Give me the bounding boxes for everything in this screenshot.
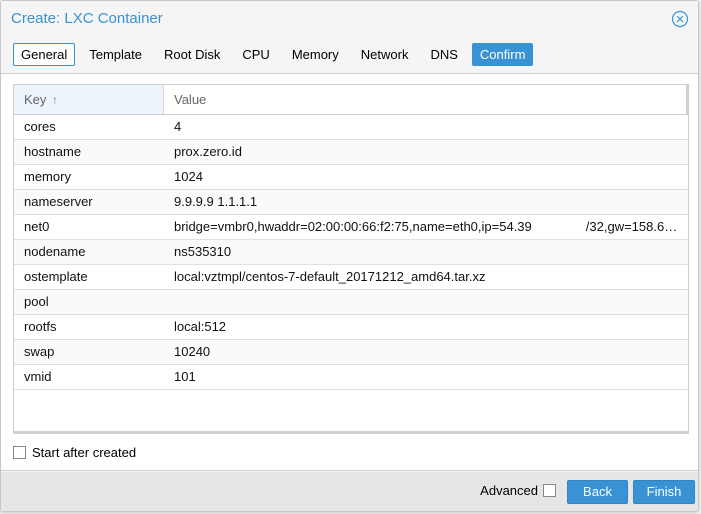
tab-dns[interactable]: DNS [422,43,465,66]
table-row[interactable]: ostemplate local:vztmpl/centos-7-default… [14,265,688,290]
row-key: vmid [24,369,52,384]
advanced-label[interactable]: Advanced [480,483,538,498]
column-key-label: Key [24,92,47,107]
grid-body: cores 4 hostname prox.zero.id memory 102… [14,115,688,390]
start-after-created-option[interactable]: Start after created [13,444,136,460]
tab-general[interactable]: General [13,43,76,66]
summary-grid: Key ↑ Value cores 4 hostname prox.zero.i… [13,84,689,434]
start-after-created-label[interactable]: Start after created [32,445,136,460]
row-value: 9.9.9.9 1.1.1.1 [174,194,258,209]
row-value-head: bridge=vmbr0,hwaddr=02:00:00:66:f2:75,na… [174,219,532,234]
row-value: 101 [174,369,196,384]
table-row[interactable]: nodename ns535310 [14,240,688,265]
row-value: 1024 [174,169,203,184]
row-value: prox.zero.id [174,144,242,159]
arrow-up-icon: ↑ [52,93,59,107]
column-header-value[interactable]: Value [164,85,688,114]
lxc-create-dialog: Create: LXC Container General Template R… [0,0,699,512]
row-key: rootfs [24,319,57,334]
row-value-tail: /32,gw=158.69.2… [585,219,688,234]
table-row[interactable]: vmid 101 [14,365,688,390]
row-key: pool [24,294,49,309]
tab-confirm[interactable]: Confirm [471,43,534,66]
back-button[interactable]: Back [567,480,628,504]
row-value: bridge=vmbr0,hwaddr=02:00:00:66:f2:75,na… [164,215,688,239]
tab-cpu[interactable]: CPU [234,43,277,66]
row-key: hostname [24,144,82,159]
tab-network[interactable]: Network [353,43,417,66]
row-key: swap [24,344,55,359]
dialog-titlebar: Create: LXC Container [1,1,698,37]
advanced-checkbox[interactable] [543,484,556,497]
start-after-created-checkbox[interactable] [13,445,26,459]
row-key: nameserver [24,194,93,209]
finish-button[interactable]: Finish [633,480,695,504]
tab-root-disk[interactable]: Root Disk [156,43,228,66]
row-key: ostemplate [24,269,88,284]
column-header-key[interactable]: Key ↑ [14,85,164,114]
row-value: local:vztmpl/centos-7-default_20171212_a… [174,269,486,284]
close-icon[interactable] [671,10,689,28]
dialog-footer: Advanced Back Finish [1,472,698,511]
column-value-label: Value [174,92,207,107]
table-row[interactable]: rootfs local:512 [14,315,688,340]
advanced-option[interactable]: Advanced [480,483,556,498]
row-key: net0 [24,219,50,234]
table-row[interactable]: memory 1024 [14,165,688,190]
row-value: 10240 [174,344,211,359]
table-row[interactable]: nameserver 9.9.9.9 1.1.1.1 [14,190,688,215]
row-key: cores [24,119,56,134]
row-key: nodename [24,244,86,259]
grid-header: Key ↑ Value [14,85,688,115]
row-value [164,290,688,314]
table-row[interactable]: cores 4 [14,115,688,140]
table-row[interactable]: pool [14,290,688,315]
table-row[interactable]: net0 bridge=vmbr0,hwaddr=02:00:00:66:f2:… [14,215,688,240]
dialog-title: Create: LXC Container [11,10,163,27]
tab-template[interactable]: Template [81,43,150,66]
row-value: 4 [174,119,182,134]
row-value: ns535310 [174,244,232,259]
wizard-tabs: General Template Root Disk CPU Memory Ne… [13,43,539,67]
row-key: memory [24,169,71,184]
table-row[interactable]: hostname prox.zero.id [14,140,688,165]
row-value: local:512 [174,319,227,334]
tab-memory[interactable]: Memory [284,43,347,66]
table-row[interactable]: swap 10240 [14,340,688,365]
confirm-panel: Key ↑ Value cores 4 hostname prox.zero.i… [1,73,698,471]
